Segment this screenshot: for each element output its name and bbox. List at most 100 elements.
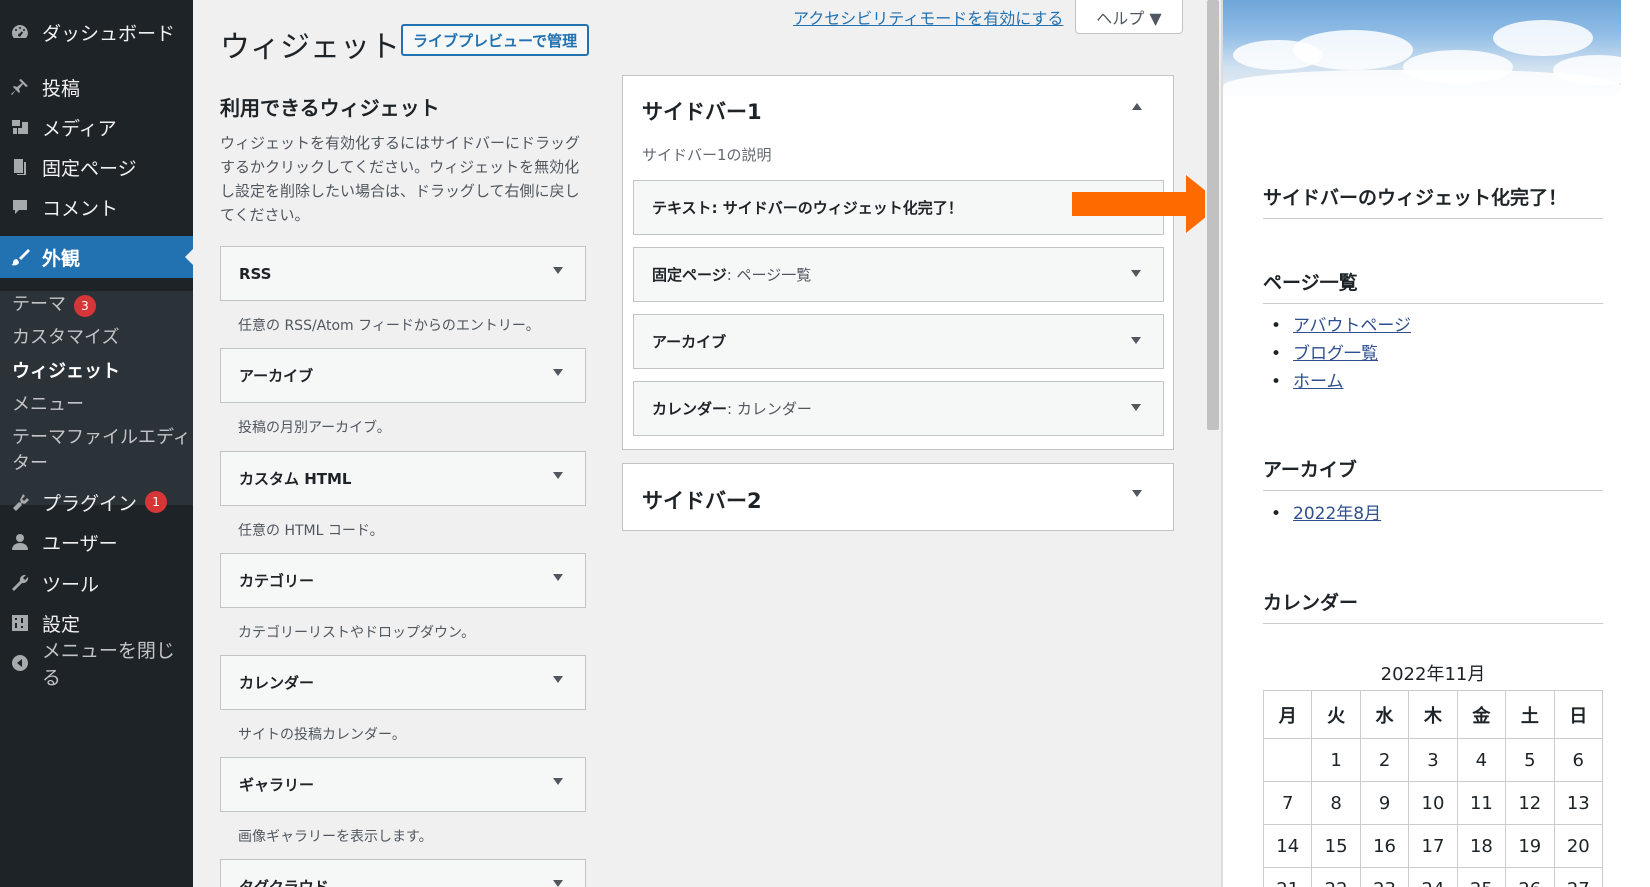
comment-icon [8, 195, 32, 219]
widget-type: カレンダー [652, 400, 728, 418]
chevron-down-icon[interactable] [1131, 270, 1141, 277]
list-item: 2022年8月 [1271, 500, 1381, 528]
wrench-icon [8, 571, 32, 595]
menu-item-dashboard[interactable]: ダッシュボード [0, 17, 193, 47]
chevron-down-icon[interactable] [553, 778, 563, 785]
plugin-icon [8, 490, 32, 514]
calendar-day [1262, 738, 1313, 782]
submenu-item-widgets[interactable]: ウィジェット [12, 357, 120, 383]
calendar-week-row: 14 15 16 17 18 19 20 [1262, 824, 1604, 868]
menu-item-posts[interactable]: 投稿 [0, 72, 193, 102]
available-widget-rss[interactable]: RSS [220, 246, 586, 301]
chevron-down-icon[interactable] [1132, 490, 1142, 497]
widget-title: RSS [239, 264, 272, 283]
calendar-day: 25 [1456, 867, 1507, 887]
chevron-down-icon[interactable] [553, 267, 563, 274]
available-widget-gallery[interactable]: ギャラリー [220, 757, 586, 812]
calendar-day: 19 [1505, 824, 1555, 868]
menu-item-tools[interactable]: ツール [0, 568, 193, 598]
weekday: 土 [1505, 690, 1555, 739]
available-widget-tag-cloud[interactable]: タグクラウド [220, 859, 586, 887]
update-badge: 3 [74, 295, 96, 317]
page-link[interactable]: アバウトページ [1293, 316, 1411, 336]
widget-title: カテゴリー [239, 572, 315, 590]
list-item: ブログ一覧 [1271, 340, 1411, 368]
widget-title: ギャラリー [239, 776, 315, 794]
help-tab[interactable]: ヘルプ ▼ [1075, 0, 1183, 34]
scrollbar-thumb[interactable] [1207, 0, 1219, 430]
widget-title: カレンダー [239, 674, 315, 692]
collapse-menu-button[interactable]: メニューを閉じる [0, 640, 193, 689]
submenu-item-themes[interactable]: テーマ 3 [12, 290, 96, 317]
weekday: 火 [1311, 690, 1361, 739]
menu-item-media[interactable]: メディア [0, 112, 193, 142]
menu-item-pages[interactable]: 固定ページ [0, 152, 193, 182]
submenu-item-theme-editor[interactable]: テーマファイルエディ ター [12, 423, 191, 475]
live-preview-button[interactable]: ライブプレビューで管理 [401, 24, 590, 56]
chevron-down-icon[interactable] [1131, 337, 1141, 344]
chevron-down-icon[interactable] [553, 676, 563, 683]
menu-item-comments[interactable]: コメント [0, 192, 193, 222]
menu-item-users[interactable]: ユーザー [0, 527, 193, 557]
available-widgets-title: 利用できるウィジェット [220, 96, 440, 120]
widget-description: サイトの投稿カレンダー。 [238, 727, 406, 743]
preview-pages-title: ページ一覧 [1263, 268, 1603, 304]
accessibility-mode-link[interactable]: アクセシビリティモードを有効にする [793, 5, 1063, 29]
submenu-label: ター [12, 453, 48, 474]
calendar-day: 17 [1408, 824, 1458, 868]
sidebar-widget-archives[interactable]: アーカイブ [633, 314, 1164, 369]
calendar-day: 26 [1505, 867, 1555, 887]
user-icon [8, 530, 32, 554]
calendar-day: 2 [1359, 738, 1410, 782]
available-widget-archives[interactable]: アーカイブ [220, 348, 586, 403]
pin-icon [8, 75, 32, 99]
widget-description: 任意の HTML コード。 [238, 523, 384, 539]
calendar-day: 14 [1262, 824, 1313, 868]
menu-item-plugins[interactable]: プラグイン 1 [0, 487, 193, 517]
submenu-label: テーマファイルエディ [12, 427, 191, 448]
menu-item-appearance[interactable]: 外観 [0, 236, 193, 278]
calendar-day: 13 [1553, 781, 1604, 825]
archive-link[interactable]: 2022年8月 [1293, 504, 1381, 524]
menu-item-settings[interactable]: 設定 [0, 608, 193, 638]
available-widget-calendar[interactable]: カレンダー [220, 655, 586, 710]
calendar-table: 月 火 水 木 金 土 日 1 2 3 4 5 6 7 8 9 10 11 12… [1262, 690, 1604, 887]
chevron-down-icon[interactable] [553, 472, 563, 479]
sidebar-widget-pages[interactable]: 固定ページ: ページ一覧 [633, 247, 1164, 302]
calendar-day: 18 [1456, 824, 1507, 868]
menu-label: 投稿 [42, 77, 81, 100]
available-widget-custom-html[interactable]: カスタム HTML [220, 451, 586, 506]
page-link[interactable]: ブログ一覧 [1293, 344, 1378, 364]
list-item: ホーム [1271, 368, 1411, 396]
sidebar-2-area[interactable]: サイドバー2 [622, 463, 1174, 531]
calendar-day: 9 [1359, 781, 1410, 825]
sidebar-1-area: サイドバー1 サイドバー1の説明 テキスト: サイドバーのウィジェット化完了！ … [622, 75, 1174, 450]
menu-label: 外観 [42, 247, 81, 270]
submenu-item-menus[interactable]: メニュー [12, 390, 84, 416]
chevron-down-icon[interactable] [553, 369, 563, 376]
chevron-up-icon[interactable] [1132, 103, 1142, 110]
submenu-item-customize[interactable]: カスタマイズ [12, 323, 119, 349]
chevron-down-icon[interactable] [553, 574, 563, 581]
calendar-day: 10 [1408, 781, 1458, 825]
preview-calendar-title: カレンダー [1263, 588, 1603, 624]
widget-type: 固定ページ [652, 266, 727, 284]
calendar-caption: 2022年11月 [1380, 664, 1486, 685]
calendar-day: 23 [1359, 867, 1410, 887]
widget-type: アーカイブ [652, 333, 727, 351]
menu-label: プラグイン [42, 492, 138, 515]
calendar-day: 8 [1311, 781, 1361, 825]
page-link[interactable]: ホーム [1293, 372, 1344, 392]
widget-instance-title: : カレンダー [727, 400, 812, 418]
update-badge: 1 [145, 491, 168, 513]
calendar-day: 1 [1311, 738, 1361, 782]
calendar-day: 20 [1553, 824, 1604, 868]
available-widget-categories[interactable]: カテゴリー [220, 553, 586, 608]
menu-label: ダッシュボード [42, 22, 176, 45]
chevron-down-icon[interactable] [553, 880, 563, 887]
weekday: 木 [1408, 690, 1458, 739]
header-image [1223, 0, 1621, 95]
sidebar-widget-calendar[interactable]: カレンダー: カレンダー [633, 381, 1164, 436]
chevron-down-icon[interactable] [1131, 404, 1141, 411]
page-icon [8, 155, 32, 179]
